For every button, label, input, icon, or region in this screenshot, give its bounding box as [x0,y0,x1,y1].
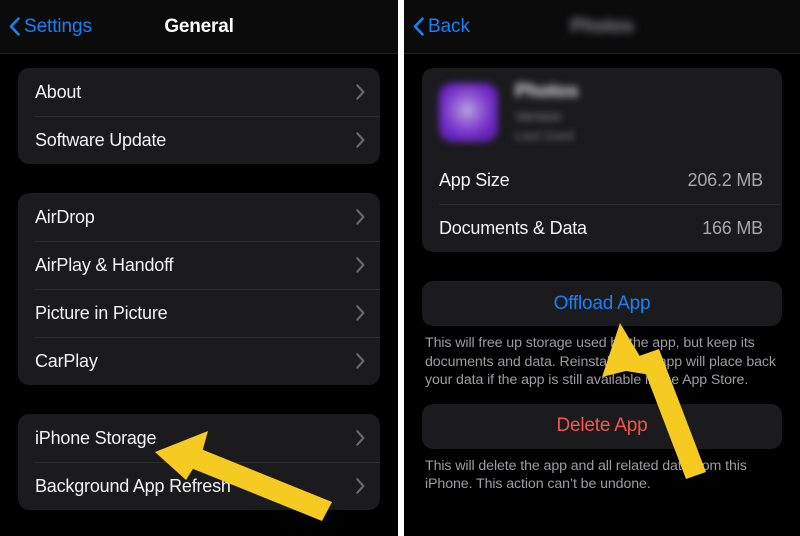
chevron-left-icon [413,17,424,36]
chevron-right-icon [356,132,365,148]
right-navbar: Back Photos [404,0,800,54]
chevron-right-icon [356,257,365,273]
row-app-size: App Size 206.2 MB [422,156,782,204]
app-last-used-redacted: Last Used [515,128,574,143]
back-button[interactable]: Back [413,16,470,38]
left-panel-general-settings: Settings General About Software Update A… [0,0,398,536]
back-button-label: Back [428,15,470,37]
delete-app-label: Delete App [556,415,648,436]
chevron-right-icon [356,430,365,446]
row-label: AirDrop [35,206,95,227]
chevron-right-icon [356,478,365,494]
right-panel-app-detail: Back Photos Photos Version Last Used App… [404,0,800,536]
settings-group-1: About Software Update [18,68,380,164]
row-airdrop[interactable]: AirDrop [18,193,380,241]
left-navbar: Settings General [0,0,398,54]
offload-app-label: Offload App [553,292,651,314]
chevron-right-icon [356,84,365,100]
row-software-update[interactable]: Software Update [18,116,380,164]
delete-app-footnote: This will delete the app and all related… [425,457,747,493]
row-label: About [35,81,82,102]
row-picture-in-picture[interactable]: Picture in Picture [18,289,380,337]
chevron-left-icon [9,17,20,36]
row-label: Picture in Picture [35,302,168,323]
row-label: App Size [439,169,510,190]
offload-app-footnote: This will free up storage used by the ap… [425,335,776,388]
app-name-redacted: Photos [515,81,579,102]
row-about[interactable]: About [18,68,380,116]
app-info-card: Photos Version Last Used App Size 206.2 … [422,68,782,252]
app-header: Photos Version Last Used [422,68,782,156]
row-label: iPhone Storage [35,427,157,448]
row-airplay-handoff[interactable]: AirPlay & Handoff [18,241,380,289]
row-value: 166 MB [702,217,763,238]
app-meta: Photos Version Last Used [515,81,767,143]
row-iphone-storage[interactable]: iPhone Storage [18,414,380,462]
offload-app-button[interactable]: Offload App [422,281,782,326]
back-to-settings-button[interactable]: Settings [9,16,92,38]
settings-group-2: AirDrop AirPlay & Handoff Picture in Pic… [18,193,380,385]
row-background-app-refresh[interactable]: Background App Refresh [18,462,380,510]
row-label: Background App Refresh [35,475,231,496]
row-label: AirPlay & Handoff [35,254,174,275]
row-label: CarPlay [35,350,98,371]
settings-group-3: iPhone Storage Background App Refresh [18,414,380,510]
screenshot-root: Settings General About Software Update A… [0,0,800,536]
app-icon [439,82,498,142]
back-button-label: Settings [24,15,92,37]
chevron-right-icon [356,305,365,321]
delete-app-button[interactable]: Delete App [422,403,782,449]
chevron-right-icon [356,353,365,369]
app-version-redacted: Version [515,108,562,124]
row-label: Software Update [35,129,167,150]
row-documents-and-data: Documents & Data 166 MB [422,204,782,252]
row-label: Documents & Data [439,217,587,238]
row-value: 206.2 MB [687,169,764,190]
row-carplay[interactable]: CarPlay [18,337,380,385]
chevron-right-icon [356,209,365,225]
